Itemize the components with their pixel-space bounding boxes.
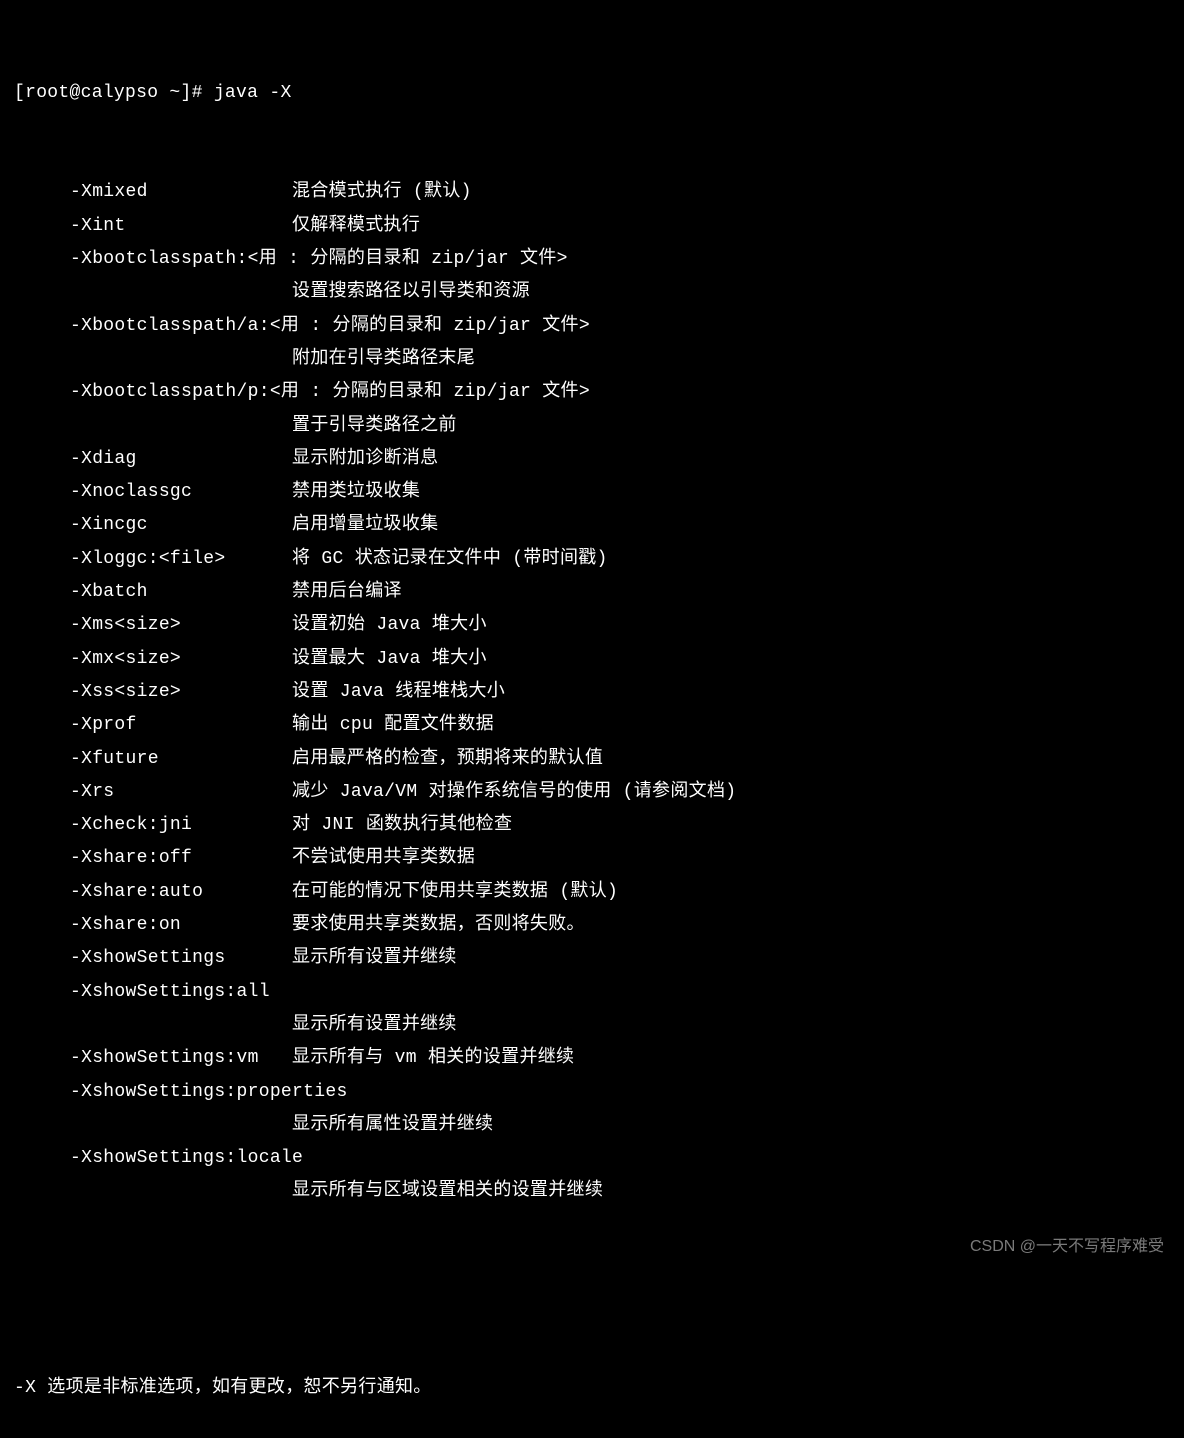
option-line: -Xbootclasspath:<用 : 分隔的目录和 zip/jar 文件>: [14, 243, 1170, 276]
option-line: -Xmx<size> 设置最大 Java 堆大小: [14, 643, 1170, 676]
option-description-wrap: 显示所有与区域设置相关的设置并继续: [14, 1175, 1170, 1208]
option-line: -Xloggc:<file> 将 GC 状态记录在文件中 (带时间戳): [14, 543, 1170, 576]
options-list: -Xmixed 混合模式执行 (默认)-Xint 仅解释模式执行-Xbootcl…: [14, 176, 1170, 1208]
option-line: -Xfuture 启用最严格的检查，预期将来的默认值: [14, 743, 1170, 776]
option-description-wrap: 设置搜索路径以引导类和资源: [14, 276, 1170, 309]
option-description-wrap: 附加在引导类路径末尾: [14, 343, 1170, 376]
option-line: -XshowSettings:properties: [14, 1076, 1170, 1109]
option-line: -Xbatch 禁用后台编译: [14, 576, 1170, 609]
option-line: -Xnoclassgc 禁用类垃圾收集: [14, 476, 1170, 509]
option-line: -Xms<size> 设置初始 Java 堆大小: [14, 609, 1170, 642]
option-line: -Xdiag 显示附加诊断消息: [14, 443, 1170, 476]
option-line: -Xcheck:jni 对 JNI 函数执行其他检查: [14, 809, 1170, 842]
option-description-wrap: 显示所有属性设置并继续: [14, 1109, 1170, 1142]
option-line: -Xrs 减少 Java/VM 对操作系统信号的使用 (请参阅文档): [14, 776, 1170, 809]
watermark: CSDN @一天不写程序难受: [970, 1232, 1164, 1262]
option-line: -Xshare:auto 在可能的情况下使用共享类数据 (默认): [14, 876, 1170, 909]
option-line: -Xss<size> 设置 Java 线程堆栈大小: [14, 676, 1170, 709]
option-line: -Xshare:on 要求使用共享类数据，否则将失败。: [14, 909, 1170, 942]
option-line: -XshowSettings 显示所有设置并继续: [14, 942, 1170, 975]
footer-note: -X 选项是非标准选项，如有更改，恕不另行通知。: [14, 1372, 1170, 1405]
option-description-wrap: 显示所有设置并继续: [14, 1009, 1170, 1042]
option-line: -Xmixed 混合模式执行 (默认): [14, 176, 1170, 209]
terminal-output: [root@calypso ~]# java -X -Xmixed 混合模式执行…: [14, 10, 1170, 1438]
option-line: -Xint 仅解释模式执行: [14, 210, 1170, 243]
prompt-line: [root@calypso ~]# java -X: [14, 77, 1170, 110]
option-line: -XshowSettings:locale: [14, 1142, 1170, 1175]
option-line: -Xbootclasspath/p:<用 : 分隔的目录和 zip/jar 文件…: [14, 376, 1170, 409]
option-line: -Xprof 输出 cpu 配置文件数据: [14, 709, 1170, 742]
option-description-wrap: 置于引导类路径之前: [14, 410, 1170, 443]
option-line: -Xincgc 启用增量垃圾收集: [14, 509, 1170, 542]
option-line: -Xshare:off 不尝试使用共享类数据: [14, 842, 1170, 875]
option-line: -Xbootclasspath/a:<用 : 分隔的目录和 zip/jar 文件…: [14, 310, 1170, 343]
option-line: -XshowSettings:all: [14, 976, 1170, 1009]
option-line: -XshowSettings:vm 显示所有与 vm 相关的设置并继续: [14, 1042, 1170, 1075]
